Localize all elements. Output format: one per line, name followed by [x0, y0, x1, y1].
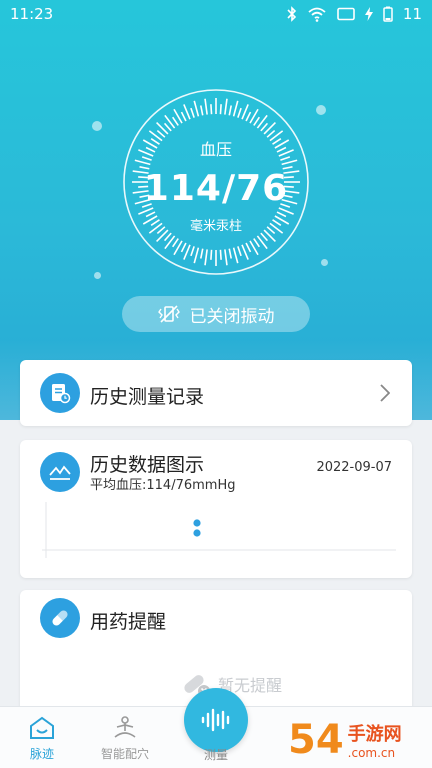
watermark-domain: .com.cn: [347, 746, 396, 760]
site-watermark: 54 手游网 .com.cn: [288, 712, 432, 768]
average-blood-pressure: 平均血压:114/76mmHg: [90, 478, 236, 493]
history-chart-card[interactable]: 历史数据图示 平均血压:114/76mmHg 2022-09-07: [20, 440, 412, 578]
decor-dot: [94, 272, 101, 279]
nav-acupoint[interactable]: 智能配穴: [85, 715, 165, 762]
chevron-right-icon: [380, 384, 390, 402]
vibration-label: 已关闭振动: [189, 306, 275, 327]
decor-dot: [316, 105, 326, 115]
gauge-unit: 毫米汞柱: [189, 219, 242, 234]
measure-button[interactable]: [184, 688, 248, 752]
blood-pressure-value: 114/76: [143, 168, 289, 209]
watermark-number: 54: [288, 717, 344, 763]
wifi-icon: [308, 7, 326, 22]
history-chart-title: 历史数据图示: [90, 454, 205, 476]
vibration-off-icon: [157, 305, 180, 323]
nav-pulse-label: 脉迹: [29, 747, 54, 761]
nav-acupoint-label: 智能配穴: [100, 747, 149, 761]
gauge-label: 血压: [199, 140, 232, 159]
decor-dot: [321, 259, 328, 266]
status-bar: 11:23 11: [0, 0, 432, 28]
history-chart-date: 2022-09-07: [316, 460, 392, 475]
chart-point-systolic: [193, 519, 201, 527]
chart-icon: [40, 452, 80, 492]
nav-pulse[interactable]: 脉迹: [2, 715, 82, 762]
waveform-icon: [201, 708, 230, 732]
chart-point-diastolic: [193, 529, 201, 537]
gauge-readout: 血压 114/76 毫米汞柱: [116, 82, 316, 282]
watermark-text: 手游网: [347, 724, 402, 745]
vibration-toggle-button[interactable]: 已关闭振动: [122, 296, 310, 332]
medication-title: 用药提醒: [90, 611, 167, 633]
bluetooth-icon: [287, 6, 297, 22]
nav-measure-label: 测量: [203, 748, 228, 762]
meditation-icon: [114, 716, 136, 738]
charging-icon: [364, 7, 373, 21]
battery-icon: [383, 6, 393, 22]
battery-level: 11: [402, 5, 422, 23]
screen-icon: [337, 7, 355, 21]
status-time: 11:23: [10, 5, 54, 23]
history-records-title: 历史测量记录: [90, 386, 205, 408]
record-icon: [40, 373, 80, 413]
decor-dot: [92, 121, 102, 131]
history-records-card[interactable]: 历史测量记录: [20, 360, 412, 426]
home-face-icon: [30, 716, 54, 739]
pill-icon: [40, 598, 80, 638]
